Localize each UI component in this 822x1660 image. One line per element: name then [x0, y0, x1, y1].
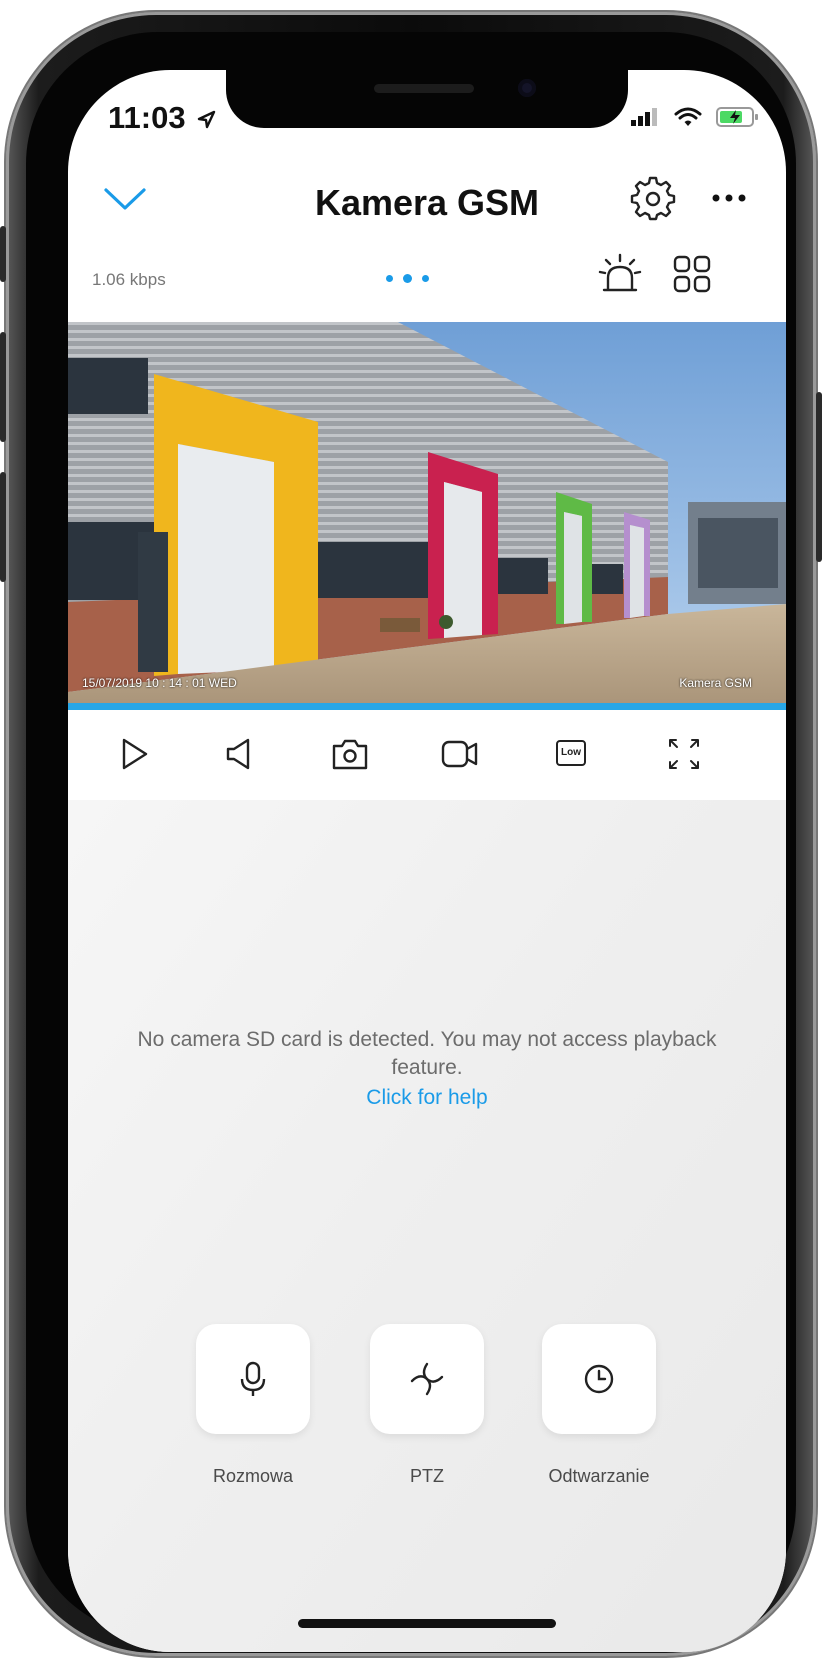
play-icon[interactable] — [112, 732, 156, 776]
sd-card-message: No camera SD card is detected. You may n… — [137, 1028, 717, 1079]
camera-scene-image — [68, 322, 786, 710]
quality-toggle[interactable]: Low — [550, 732, 594, 776]
notch — [226, 70, 628, 128]
snapshot-camera-icon[interactable] — [328, 732, 372, 776]
page-title: Kamera GSM — [314, 182, 540, 223]
home-indicator[interactable] — [298, 1619, 556, 1628]
quality-icon: Low — [556, 740, 586, 766]
status-icons — [630, 106, 760, 128]
battery-icon — [716, 107, 758, 127]
playback-button[interactable] — [542, 1324, 656, 1434]
live-video-feed[interactable]: 15/07/2019 10 : 14 : 01 WED Kamera GSM — [68, 322, 786, 710]
playback-label: Odtwarzanie — [548, 1466, 650, 1486]
grid-view-icon[interactable] — [672, 254, 712, 294]
volume-up-button — [0, 332, 6, 442]
ptz-icon — [410, 1362, 444, 1396]
page-indicator — [386, 274, 429, 283]
page-dot — [386, 275, 393, 282]
playback-area: No camera SD card is detected. You may n… — [68, 800, 786, 1652]
power-button — [816, 392, 822, 562]
signal-icon — [631, 108, 657, 126]
ptz-button[interactable] — [370, 1324, 484, 1434]
clock-icon — [584, 1364, 614, 1394]
video-controls-bar: Low — [68, 710, 786, 800]
location-arrow-icon — [198, 110, 216, 129]
alarm-siren-icon[interactable] — [598, 252, 642, 296]
phone-frame: 11:03 Kamera GSM 1.06 kbps 15/07/2019 10… — [0, 12, 822, 1656]
more-options-icon[interactable] — [706, 178, 752, 218]
talk-label: Rozmowa — [212, 1466, 294, 1486]
microphone-icon — [240, 1361, 266, 1396]
help-link[interactable]: Click for help — [68, 1086, 786, 1110]
page-dot-active — [403, 274, 412, 283]
video-camera-label: Kamera GSM — [679, 676, 752, 690]
page-dot — [422, 275, 429, 282]
video-timestamp: 15/07/2019 10 : 14 : 01 WED — [82, 676, 237, 690]
talk-button[interactable] — [196, 1324, 310, 1434]
speaker-icon[interactable] — [218, 732, 262, 776]
bitrate-label: 1.06 kbps — [92, 270, 166, 289]
screen: 11:03 Kamera GSM 1.06 kbps 15/07/2019 10… — [68, 70, 786, 1652]
record-video-icon[interactable] — [438, 732, 482, 776]
front-camera — [518, 79, 536, 97]
status-time: 11:03 — [108, 100, 216, 136]
ptz-label: PTZ — [410, 1466, 444, 1486]
video-progress-bar — [68, 703, 786, 710]
fullscreen-icon[interactable] — [662, 732, 706, 776]
volume-down-button — [0, 472, 6, 582]
wifi-icon — [674, 107, 702, 126]
mute-switch — [0, 226, 6, 282]
quality-label: Low — [561, 747, 581, 758]
speaker-grille — [374, 84, 474, 93]
gear-icon[interactable] — [630, 176, 676, 222]
